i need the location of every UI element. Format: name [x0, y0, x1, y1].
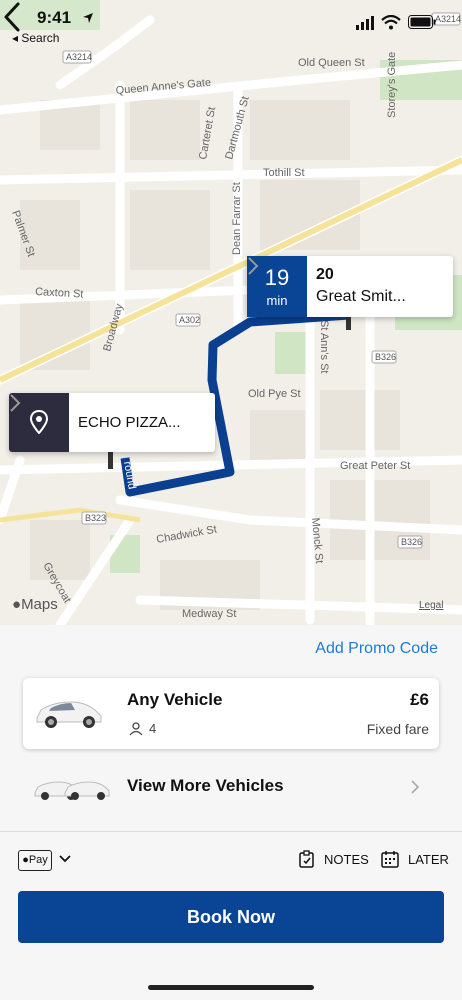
road-badge-b326-lower: B326 [401, 537, 422, 547]
calendar-icon[interactable] [381, 850, 399, 868]
divider [0, 831, 462, 832]
back-chevron-icon[interactable] [0, 0, 28, 34]
apple-logo-icon: ● [22, 854, 29, 866]
notes-icon[interactable] [299, 850, 315, 868]
vehicle-price: £6 [410, 690, 429, 709]
cars-icon [34, 781, 110, 800]
street-old-queen: Old Queen St [298, 57, 365, 69]
wifi-icon [381, 15, 401, 30]
booking-panel: Add Promo Code Any Vehicle £6 4 Fixed fa… [0, 625, 462, 1000]
add-promo-code-link[interactable]: Add Promo Code [315, 640, 438, 658]
street-great-peter: Great Peter St [340, 460, 410, 472]
payment-method-label: Pay [28, 854, 48, 866]
location-arrow-icon [83, 13, 93, 23]
road-badge-a302: A302 [179, 315, 200, 325]
battery-icon [408, 15, 436, 29]
pickup-card[interactable]: ECHO PIZZA... [9, 393, 215, 452]
view-more-vehicles-label: View More Vehicles [127, 776, 284, 795]
status-time: 9:41 [37, 8, 72, 27]
chevron-right-icon [248, 257, 259, 275]
street-dean-farrar: Dean Farrar St [231, 182, 243, 255]
home-indicator[interactable] [148, 985, 314, 990]
street-old-pye: Old Pye St [248, 388, 301, 400]
street-carteret: Carteret St [197, 106, 218, 160]
street-tothill: Tothill St [263, 167, 305, 179]
destination-card[interactable]: 19 min 20 Great Smit... [247, 256, 453, 317]
street-caxton: Caxton St [35, 286, 84, 301]
later-button[interactable]: LATER [408, 852, 449, 867]
notes-button[interactable]: NOTES [324, 852, 369, 867]
destination-name: Great Smit... [316, 288, 406, 305]
apple-logo-icon: ● [12, 596, 22, 613]
chevron-right-icon [411, 780, 420, 794]
book-now-button[interactable]: Book Now [18, 891, 444, 943]
maps-logo-text: Maps [21, 596, 58, 613]
street-st-anns: St Ann's St [318, 320, 330, 373]
map-view[interactable]: Old Queen St Queen Anne's Gate Storey's … [0, 0, 462, 625]
maps-logo: ●Maps [12, 596, 58, 613]
view-more-vehicles-row[interactable]: View More Vehicles [0, 765, 462, 809]
road-badge-b326: B326 [375, 352, 396, 362]
car-icon [36, 701, 102, 728]
street-chadwick: Chadwick St [155, 524, 217, 546]
legal-link[interactable]: Legal [419, 600, 443, 611]
signal-icon [356, 16, 374, 30]
vehicle-name: Any Vehicle [127, 690, 223, 709]
apple-pay-icon[interactable]: ●Pay [18, 850, 52, 871]
street-dartmouth: Dartmouth St [223, 95, 251, 161]
vehicle-seats: 4 [149, 721, 157, 736]
road-badge-a3214: A3214 [66, 52, 92, 62]
destination-number: 20 [316, 266, 334, 283]
pickup-name: ECHO PIZZA... [78, 414, 181, 431]
chevron-down-icon[interactable] [58, 854, 72, 864]
street-storeys: Storey's Gate [386, 52, 398, 118]
vehicle-fare-type: Fixed fare [366, 721, 429, 737]
person-icon [129, 722, 143, 736]
eta-unit: min [266, 293, 288, 308]
road-badge-b323: B323 [85, 513, 106, 523]
vehicle-option-card[interactable]: Any Vehicle £6 4 Fixed fare [23, 678, 439, 749]
chevron-right-icon [10, 394, 21, 412]
status-bar: 9:41 ◂ Search [0, 0, 462, 50]
street-medway: Medway St [182, 608, 236, 620]
location-pin-icon [29, 410, 49, 434]
